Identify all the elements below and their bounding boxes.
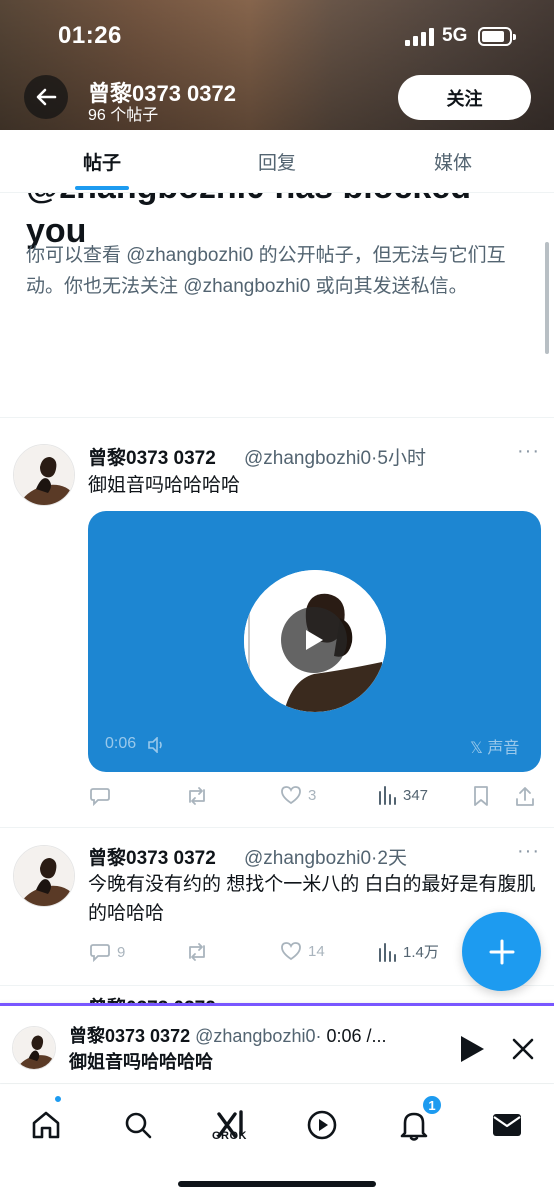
avatar <box>12 1026 56 1070</box>
like-count: 14 <box>308 942 325 960</box>
bookmark-button[interactable] <box>472 785 490 807</box>
share-button[interactable] <box>515 785 535 807</box>
avatar[interactable] <box>13 444 75 506</box>
media-duration: 0:06 <box>105 735 137 752</box>
search-icon <box>125 1112 152 1139</box>
nav-home[interactable] <box>23 1102 69 1148</box>
blocked-description: 你可以查看 @zhangbozhi0 的公开帖子，但无法与它们互动。你也无法关注… <box>26 245 506 297</box>
post-text: 今晚有没有约的 想找个一米八的 白白的最好是有腹肌的哈哈哈 <box>88 874 536 924</box>
repost-icon <box>189 943 205 961</box>
media-brand-label: 𝕏 声音 <box>470 740 520 757</box>
close-icon[interactable] <box>511 1037 535 1061</box>
more-icon[interactable]: ··· <box>517 840 540 863</box>
volume-icon[interactable] <box>148 737 166 753</box>
avatar-image <box>14 445 74 505</box>
status-time: 01:26 <box>58 22 122 49</box>
nav-search[interactable] <box>115 1102 161 1148</box>
mini-player-meta: 曾黎0373 0372 @zhangbozhi0· 0:06 /... <box>69 1022 429 1048</box>
repost-button[interactable] <box>185 941 215 963</box>
plus-icon <box>489 939 514 964</box>
home-icon <box>32 1111 60 1139</box>
tab-replies[interactable]: 回复 <box>185 130 369 193</box>
battery-icon <box>478 27 516 46</box>
view-count: 347 <box>403 786 429 804</box>
home-indicator <box>178 1181 376 1187</box>
profile-banner: 01:26 5G 曾黎0373 0372 96 个帖子 关注 <box>0 0 554 130</box>
repost-icon <box>189 787 205 805</box>
bottom-nav: GROK 1 <box>0 1083 554 1200</box>
post-time: ·5小时 <box>371 448 426 469</box>
audio-media-card[interactable]: 0:06 𝕏 声音 <box>88 511 541 772</box>
signal-icon <box>405 28 435 46</box>
mini-player-duration: 0:06 /... <box>326 1026 387 1046</box>
post-handle-text: @zhangbozhi0 <box>244 848 372 869</box>
mini-player-handle: @zhangbozhi0· <box>195 1026 322 1046</box>
views-button[interactable]: 347 <box>377 785 428 805</box>
nav-video[interactable] <box>299 1102 345 1148</box>
avatar[interactable] <box>13 845 75 907</box>
nav-messages[interactable] <box>484 1102 530 1148</box>
play-icon <box>306 630 323 650</box>
repost-button[interactable] <box>185 785 215 807</box>
play-circle-icon <box>307 1110 337 1140</box>
post-handle-text: @zhangbozhi0 <box>244 448 372 469</box>
like-count: 3 <box>308 786 317 804</box>
chart-icon <box>379 942 396 962</box>
home-unread-dot <box>54 1095 62 1103</box>
mini-player[interactable]: 曾黎0373 0372 @zhangbozhi0· 0:06 /... 御姐音吗… <box>0 1003 554 1083</box>
play-icon[interactable] <box>458 1034 486 1064</box>
mini-player-name: 曾黎0373 0372 <box>69 1026 191 1046</box>
reply-icon <box>90 944 110 963</box>
post-author-name[interactable]: 曾黎0373 0372 <box>88 843 216 870</box>
tab-media[interactable]: 媒体 <box>361 130 545 193</box>
back-button[interactable] <box>24 75 68 119</box>
post-author-handle[interactable]: @zhangbozhi0·2天 <box>244 843 407 870</box>
follow-button[interactable]: 关注 <box>398 75 531 120</box>
notification-badge: 1 <box>421 1094 443 1116</box>
divider <box>0 417 554 418</box>
reply-button[interactable]: 9 <box>89 941 125 963</box>
compose-button[interactable] <box>462 912 541 991</box>
post-author-name[interactable]: 曾黎0373 0372 <box>88 443 216 470</box>
profile-tabs: 帖子 回复 媒体 <box>0 130 554 193</box>
divider <box>0 985 554 986</box>
post-count: 96 个帖子 <box>88 107 159 124</box>
heart-icon <box>281 942 301 961</box>
heart-icon <box>281 786 301 805</box>
arrow-left-icon <box>36 88 57 106</box>
bookmark-icon <box>474 786 488 806</box>
scrollbar[interactable] <box>545 242 549 354</box>
reply-icon <box>90 788 110 807</box>
avatar-image <box>13 1027 55 1069</box>
chart-icon <box>379 786 396 805</box>
post-author-handle[interactable]: @zhangbozhi0·5小时 <box>244 443 426 470</box>
post-text: 御姐音吗哈哈哈哈 <box>88 475 241 496</box>
view-count: 1.4万 <box>403 944 439 961</box>
post-time: ·2天 <box>371 848 407 869</box>
reply-button[interactable] <box>89 785 117 807</box>
avatar-image <box>14 846 74 906</box>
more-icon[interactable]: ··· <box>517 440 540 463</box>
mail-icon <box>493 1114 521 1136</box>
reply-count: 9 <box>117 943 126 961</box>
play-button[interactable] <box>281 607 347 673</box>
share-icon <box>516 787 534 806</box>
views-button[interactable]: 1.4万 <box>377 941 439 962</box>
like-button[interactable]: 3 <box>280 785 316 805</box>
like-button[interactable]: 14 <box>280 941 325 961</box>
status-bar: 01:26 5G <box>0 0 554 70</box>
mini-player-title: 御姐音吗哈哈哈哈 <box>69 1052 213 1072</box>
grok-label: GROK <box>212 1130 247 1142</box>
tab-posts[interactable]: 帖子 <box>10 130 194 193</box>
divider <box>0 827 554 828</box>
tab-indicator <box>75 186 129 190</box>
network-label: 5G <box>442 25 468 46</box>
